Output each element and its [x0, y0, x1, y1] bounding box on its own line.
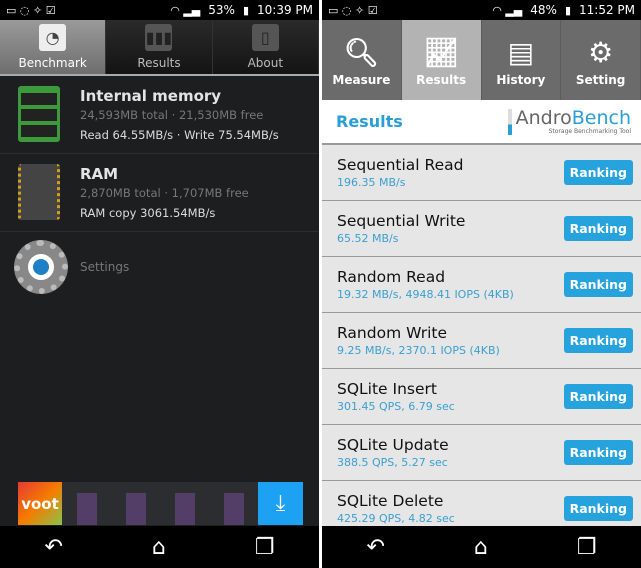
status-bar: ▭ ◌ ✧ ☑ ◠ ▂▄ 53% ▮ 10:39 PM — [0, 0, 319, 20]
notification-icons: ▭ ◌ ✧ ☑ — [6, 3, 56, 17]
recents-icon[interactable]: ❐ — [255, 535, 275, 560]
result-row: Random Write 9.25 MB/s, 2370.1 IOPS (4KB)… — [322, 313, 641, 369]
ranking-button[interactable]: Ranking — [563, 384, 633, 409]
back-icon[interactable]: ↶ — [44, 535, 62, 560]
result-row: Sequential Write 65.52 MB/s Ranking — [322, 201, 641, 257]
ram-item[interactable]: RAM 2,870MB total · 1,707MB free RAM copy … — [0, 154, 319, 232]
notification-icons: ▭ ◌ ✧ ☑ — [328, 3, 378, 17]
tab-history[interactable]: ▤ History — [482, 20, 562, 100]
home-icon[interactable]: ⌂ — [474, 535, 488, 560]
home-icon[interactable]: ⌂ — [152, 535, 166, 560]
item-detail: RAM copy 3061.54MB/s — [80, 206, 216, 220]
clock: 11:52 PM — [579, 3, 635, 17]
speedometer-icon: ◔ — [39, 24, 67, 51]
right-phone-screen: ▭ ◌ ✧ ☑ ◠ ▂▄ 48% ▮ 11:52 PM 🔍︎ Measure 📈︎… — [322, 0, 641, 568]
chart-icon: 📈︎ — [423, 36, 459, 69]
item-subtitle: 24,593MB total · 21,530MB free — [80, 108, 264, 122]
ranking-button[interactable]: Ranking — [563, 328, 633, 353]
tab-results[interactable]: ▮▮▮ Results — [106, 20, 213, 74]
bar-chart-icon: ▮▮▮ — [145, 24, 173, 51]
results-list: Sequential Read 196.35 MB/s Ranking Sequent… — [322, 145, 641, 537]
tab-about[interactable]: ▯ About — [213, 20, 319, 74]
ad-screenshots — [62, 482, 258, 525]
search-icon: 🔍︎ — [343, 36, 380, 69]
voot-logo: voot — [18, 482, 62, 525]
ranking-button[interactable]: Ranking — [563, 272, 633, 297]
item-subtitle: 2,870MB total · 1,707MB free — [80, 186, 249, 200]
result-row: SQLite Insert 301.45 QPS, 6.79 sec Ranking — [322, 369, 641, 425]
test-value: 301.45 QPS, 6.79 sec — [337, 399, 455, 413]
test-name: SQLite Delete — [337, 491, 444, 510]
item-title: Internal memory — [80, 87, 222, 105]
clock: 10:39 PM — [257, 3, 313, 17]
tab-results[interactable]: 📈︎ Results — [401, 20, 482, 100]
navigation-bar: ↶ ⌂ ❐ — [0, 526, 319, 568]
tab-label: Benchmark — [18, 56, 87, 70]
ad-banner[interactable]: voot ⤓ — [18, 482, 303, 525]
back-icon[interactable]: ↶ — [366, 535, 384, 560]
tab-label: Setting — [575, 73, 626, 87]
tab-label: Results — [416, 73, 467, 87]
settings-label: Settings — [80, 260, 130, 274]
ranking-button[interactable]: Ranking — [563, 440, 633, 465]
battery-percent: 53% — [208, 3, 235, 17]
test-value: 388.5 QPS, 5.27 sec — [337, 455, 448, 469]
test-value: 19.32 MB/s, 4948.41 IOPS (4KB) — [337, 287, 514, 301]
test-name: Random Read — [337, 267, 446, 286]
item-detail: Read 64.55MB/s · Write 75.54MB/s — [80, 128, 279, 142]
test-name: Sequential Write — [337, 211, 466, 230]
navigation-bar: ↶ ⌂ ❐ — [322, 526, 641, 568]
left-phone-screen: ▭ ◌ ✧ ☑ ◠ ▂▄ 53% ▮ 10:39 PM ◔ Benchmark ▮… — [0, 0, 319, 568]
ram-chip-icon — [18, 164, 60, 220]
ranking-button[interactable]: Ranking — [563, 496, 633, 521]
wifi-signal-icon: ◠ ▂▄ — [170, 3, 201, 17]
battery-percent: 48% — [530, 3, 557, 17]
ranking-button[interactable]: Ranking — [563, 160, 633, 185]
test-value: 9.25 MB/s, 2370.1 IOPS (4KB) — [337, 343, 500, 357]
gears-icon: ⚙ — [588, 36, 614, 69]
tab-label: Results — [137, 56, 181, 70]
recents-icon[interactable]: ❐ — [577, 535, 597, 560]
memory-chip-icon — [18, 86, 60, 142]
download-icon[interactable]: ⤓ — [258, 482, 303, 525]
ranking-button[interactable]: Ranking — [563, 216, 633, 241]
results-header: Results AndroBench Storage Benchmarking T… — [322, 100, 641, 145]
result-row: SQLite Update 388.5 QPS, 5.27 sec Ranking — [322, 425, 641, 481]
battery-icon: ▮ — [242, 3, 249, 17]
tab-bar: 🔍︎ Measure 📈︎ Results ▤ History ⚙ Setting — [322, 20, 641, 100]
tab-label: Measure — [332, 73, 391, 87]
test-name: Sequential Read — [337, 155, 464, 174]
result-row: Random Read 19.32 MB/s, 4948.41 IOPS (4KB… — [322, 257, 641, 313]
tab-label: History — [496, 73, 546, 87]
tab-measure[interactable]: 🔍︎ Measure — [322, 20, 402, 100]
androbench-logo: AndroBench Storage Benchmarking Tool — [507, 108, 631, 135]
test-value: 196.35 MB/s — [337, 175, 406, 189]
test-name: SQLite Insert — [337, 379, 437, 398]
settings-item[interactable]: Settings — [0, 232, 319, 302]
tab-bar: ◔ Benchmark ▮▮▮ Results ▯ About — [0, 20, 319, 76]
tab-label: About — [247, 56, 284, 70]
tab-setting[interactable]: ⚙ Setting — [561, 20, 641, 100]
test-value: 425.29 QPS, 4.82 sec — [337, 511, 455, 525]
internal-memory-item[interactable]: Internal memory 24,593MB total · 21,530MB… — [0, 76, 319, 154]
wifi-signal-icon: ◠ ▂▄ — [492, 3, 523, 17]
tab-benchmark[interactable]: ◔ Benchmark — [0, 20, 107, 74]
gear-icon — [14, 240, 68, 294]
test-name: SQLite Update — [337, 435, 449, 454]
test-name: Random Write — [337, 323, 448, 342]
battery-icon: ▮ — [564, 3, 571, 17]
page-title: Results — [336, 112, 403, 131]
status-bar: ▭ ◌ ✧ ☑ ◠ ▂▄ 48% ▮ 11:52 PM — [322, 0, 641, 20]
test-value: 65.52 MB/s — [337, 231, 399, 245]
item-title: RAM — [80, 165, 119, 183]
document-edit-icon: ▤ — [507, 36, 535, 69]
result-row: Sequential Read 196.35 MB/s Ranking — [322, 145, 641, 201]
phone-icon: ▯ — [251, 24, 279, 51]
